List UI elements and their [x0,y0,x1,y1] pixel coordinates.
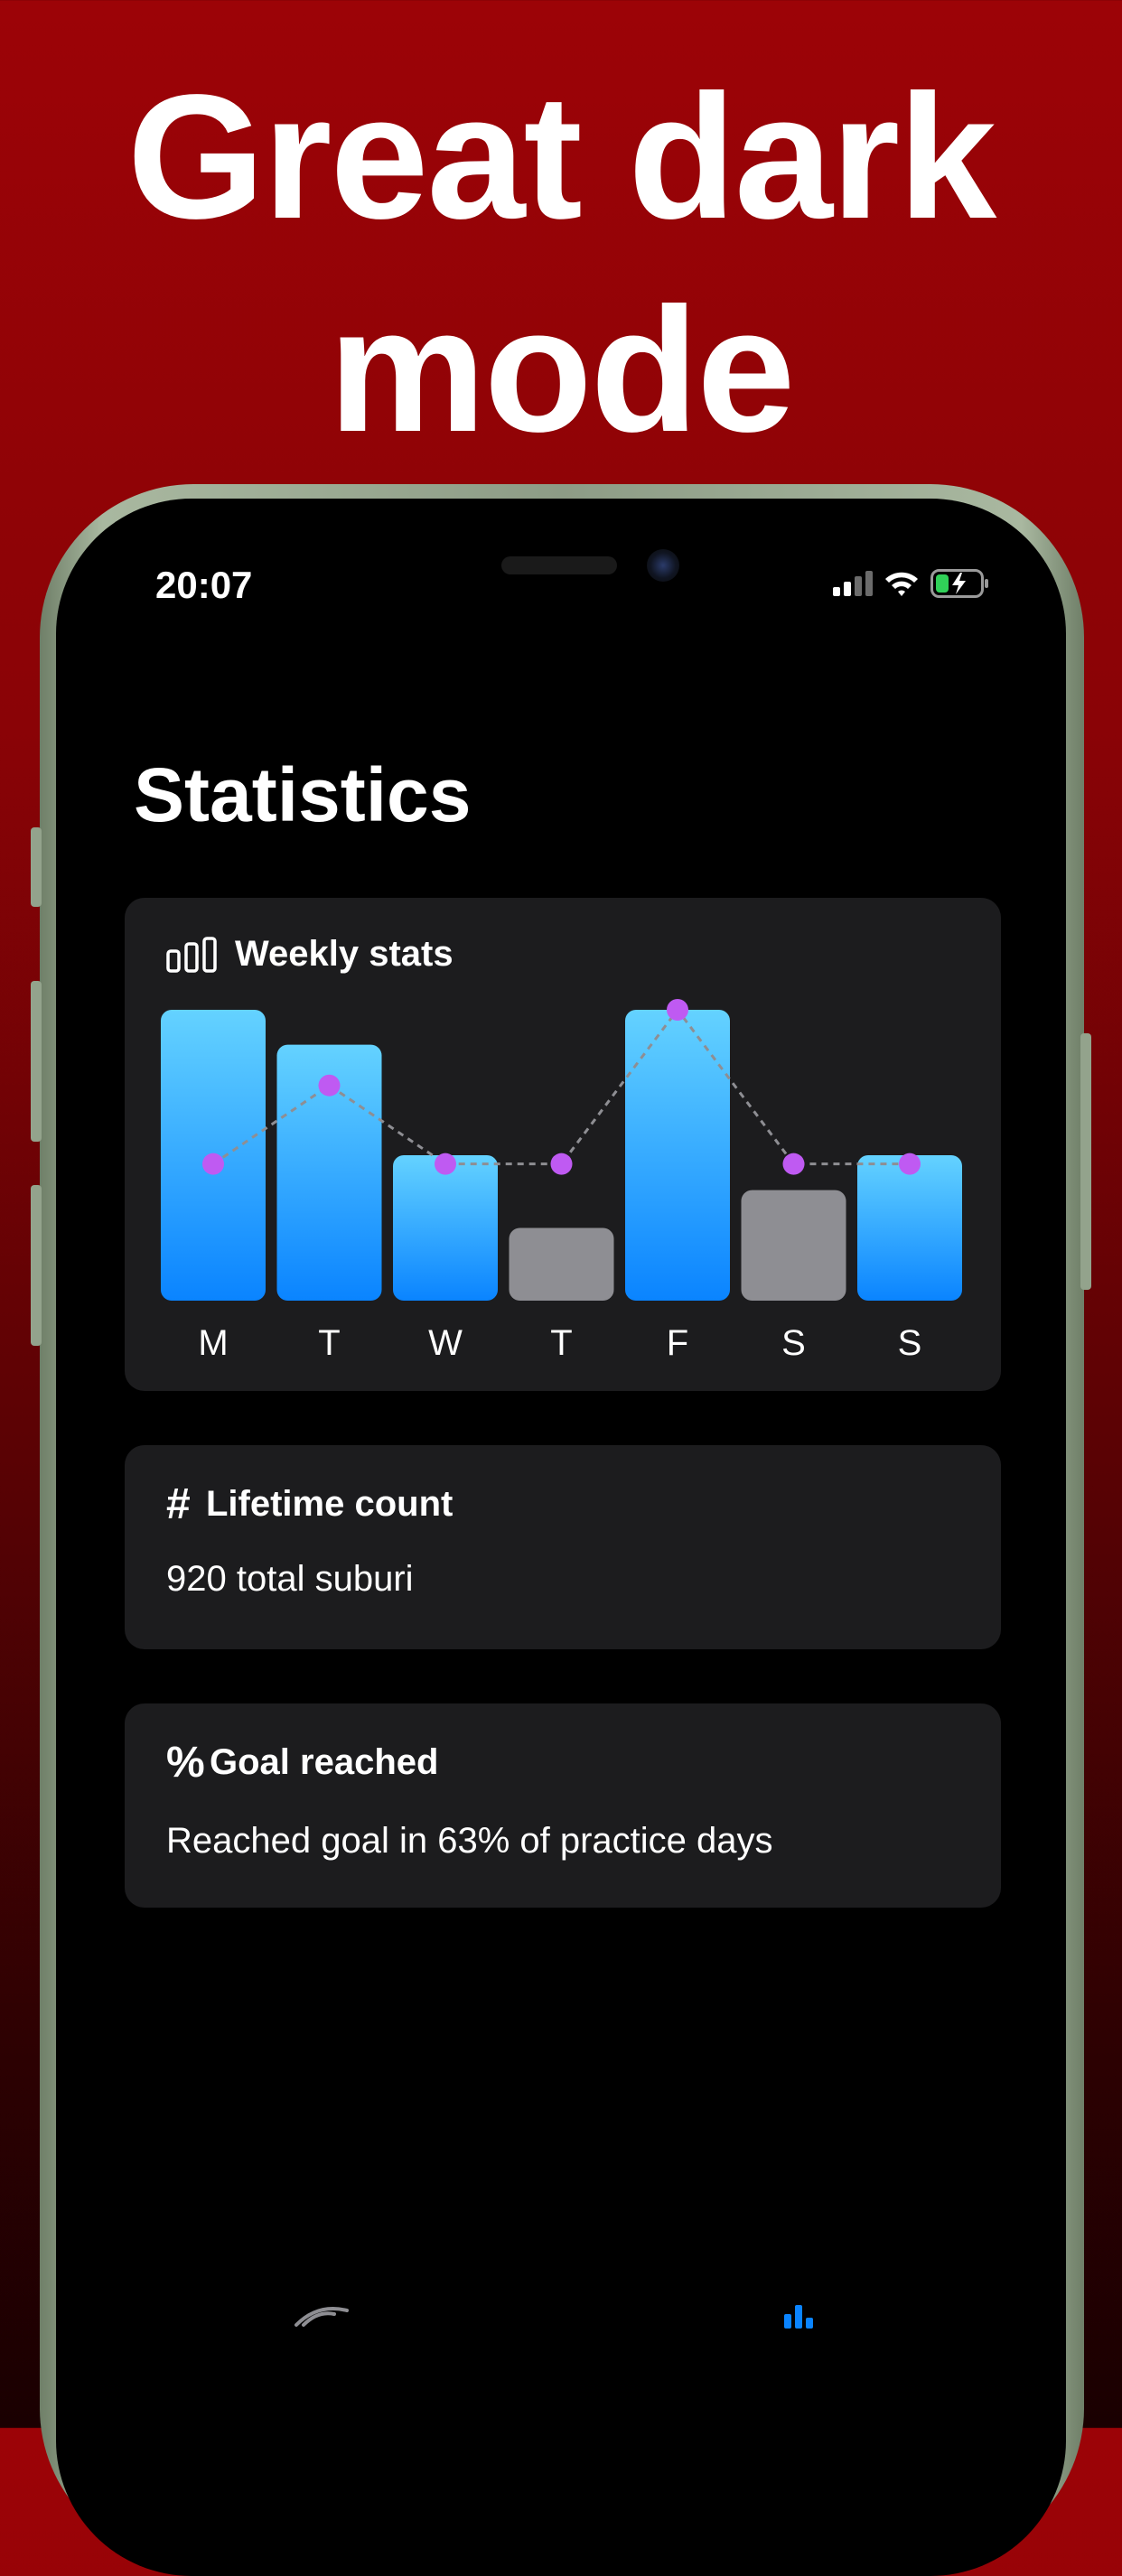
percent-icon: % [166,1739,205,1787]
goal-dot-3 [550,1153,573,1175]
headline: Great dark mode [0,51,1122,477]
chart-bar-2 [393,1155,498,1301]
cellular-signal-icon [833,571,873,596]
chart-bar-4 [625,1010,730,1301]
wifi-icon [885,572,918,596]
chart-day-label-2: W [428,1323,463,1363]
chart-bar-5 [741,1190,846,1301]
chart-bar-6 [857,1155,962,1301]
headline-line-2: mode [328,271,796,469]
phone-screen: 20:07 Statistics Weekly stats M T W T F … [56,499,1066,2576]
hash-icon: # [166,1480,191,1528]
volume-up-button [31,981,42,1142]
goal-dot-2 [435,1153,456,1175]
goal-dot-6 [899,1153,921,1175]
goal-reached-text: Reached goal in 63% of practice days [166,1821,773,1861]
goal-reached-card[interactable]: % Goal reached Reached goal in 63% of pr… [125,1703,1001,1908]
lifetime-count-card[interactable]: # Lifetime count 920 total suburi [125,1445,1001,1649]
goal-reached-header: % Goal reached [166,1738,438,1787]
goal-reached-title: Goal reached [210,1742,439,1782]
goal-dot-4 [667,999,688,1021]
status-icons [833,569,990,598]
chart-day-label-5: S [781,1323,806,1363]
weekly-stats-card[interactable]: Weekly stats MTWTFSS [125,898,1001,1391]
weekly-stats-chart: MTWTFSS [161,999,962,1363]
practice-tab-icon[interactable] [291,2300,354,2327]
chart-day-label-6: S [898,1323,922,1363]
headline-line-1: Great dark [126,58,996,256]
chart-day-label-4: F [667,1323,688,1363]
chart-day-label-1: T [318,1323,340,1363]
speaker-grille [501,556,617,574]
goal-dot-0 [202,1153,224,1175]
lifetime-count-text: 920 total suburi [166,1559,414,1599]
front-camera [647,549,679,582]
chart-day-label-3: T [550,1323,572,1363]
chart-bar-3 [509,1227,614,1301]
page-title: Statistics [134,752,472,837]
power-button [1080,1033,1091,1290]
goal-dot-1 [318,1074,341,1097]
status-time: 20:07 [155,564,253,606]
volume-down-button [31,1185,42,1346]
battery-charging-icon [930,569,988,598]
statistics-tab-icon[interactable] [782,2301,815,2329]
goal-dot-5 [782,1153,805,1175]
lifetime-count-header: # Lifetime count [166,1479,453,1529]
chart-day-label-0: M [198,1323,228,1363]
lifetime-count-title: Lifetime count [206,1484,453,1524]
mute-switch [31,827,42,907]
